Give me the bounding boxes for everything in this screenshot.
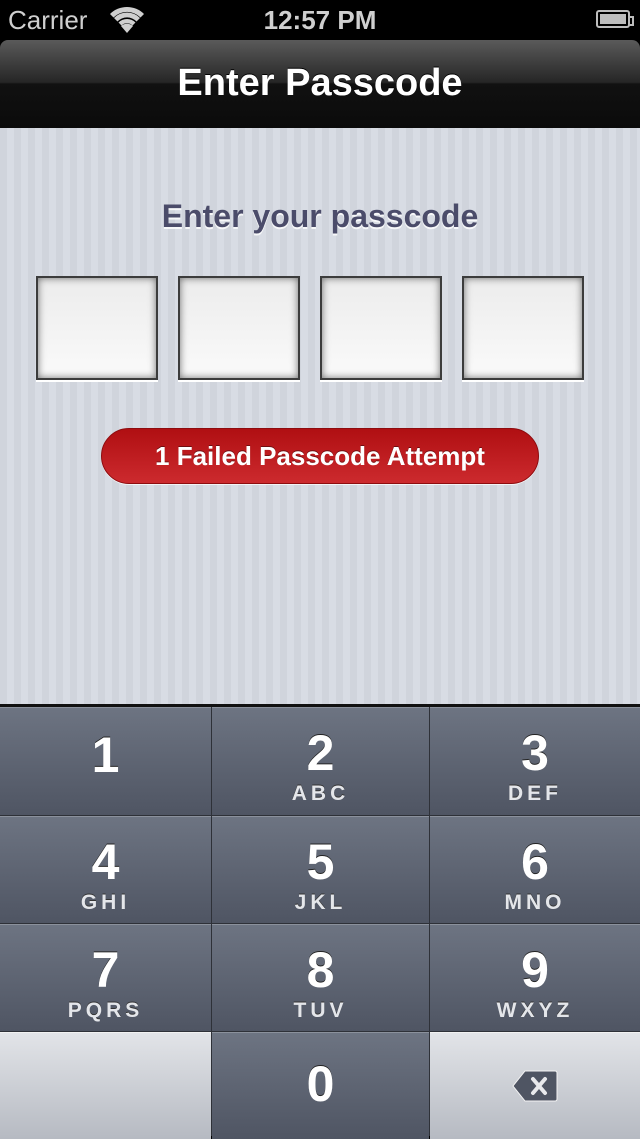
- passcode-panel: Enter your passcode 1 Failed Passcode At…: [0, 128, 640, 704]
- key-digit: 5: [306, 834, 335, 890]
- page-title: Enter Passcode: [177, 62, 463, 104]
- passcode-digit-field-3[interactable]: [320, 276, 442, 380]
- key-digit: 8: [306, 942, 335, 998]
- clock: 12:57 PM: [263, 5, 377, 35]
- key-0[interactable]: 0: [212, 1032, 429, 1139]
- key-digit: 2: [306, 725, 335, 781]
- key-letters: DEF: [508, 782, 562, 805]
- key-letters: GHI: [80, 891, 131, 914]
- key-6[interactable]: 6 MNO: [430, 816, 640, 923]
- key-2[interactable]: 2 ABC: [212, 707, 429, 815]
- failed-attempts-badge: 1 Failed Passcode Attempt: [101, 428, 539, 484]
- key-digit: 6: [521, 834, 549, 890]
- key-digit: 3: [521, 725, 549, 781]
- passcode-digit-field-2[interactable]: [178, 276, 300, 380]
- key-5[interactable]: 5 JKL: [212, 816, 429, 923]
- key-7[interactable]: 7 PQRS: [0, 924, 211, 1031]
- key-digit: 0: [306, 1056, 335, 1112]
- status-bar: Carrier 12:57 PM: [0, 0, 640, 40]
- key-letters: JKL: [294, 891, 347, 914]
- passcode-prompt: Enter your passcode: [161, 198, 479, 234]
- key-1[interactable]: 1: [0, 707, 211, 815]
- passcode-digit-field-1[interactable]: [36, 276, 158, 380]
- key-9[interactable]: 9 WXYZ: [430, 924, 640, 1031]
- key-8[interactable]: 8 TUV: [212, 924, 429, 1031]
- key-letters: ABC: [291, 782, 350, 805]
- blank-key: [0, 1032, 211, 1139]
- key-digit: 1: [91, 727, 120, 783]
- numeric-keypad: 1 2 ABC 3 DEF 4 GHI 5 JKL 6 MNO 7 PQRS 8…: [0, 704, 640, 1139]
- key-3[interactable]: 3 DEF: [430, 707, 640, 815]
- key-digit: 9: [521, 942, 549, 998]
- key-letters: WXYZ: [496, 999, 574, 1022]
- navigation-bar: Enter Passcode: [0, 40, 640, 129]
- battery-icon: [596, 10, 634, 28]
- backspace-icon: [512, 1070, 558, 1102]
- key-digit: 7: [91, 942, 120, 998]
- key-4[interactable]: 4 GHI: [0, 816, 211, 923]
- key-letters: PQRS: [67, 999, 144, 1022]
- key-letters: MNO: [504, 891, 566, 914]
- key-letters: TUV: [293, 999, 348, 1022]
- passcode-digit-field-4[interactable]: [462, 276, 584, 380]
- key-digit: 4: [91, 834, 120, 890]
- delete-key[interactable]: [430, 1032, 640, 1139]
